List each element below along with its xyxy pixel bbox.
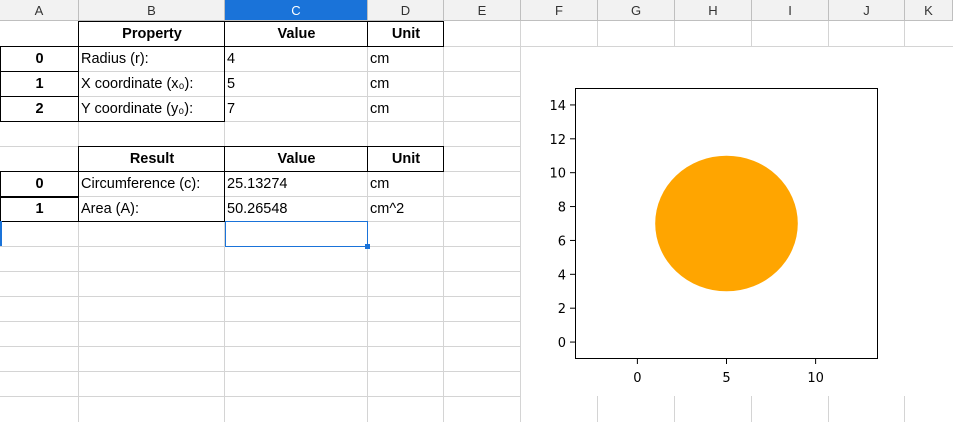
- column-header-i[interactable]: I: [752, 0, 829, 21]
- column-header-d[interactable]: D: [368, 0, 444, 21]
- table2-header-unit[interactable]: Unit: [368, 146, 444, 171]
- table1-cell-value[interactable]: 4: [225, 46, 368, 71]
- x-tick-label: 5: [722, 371, 730, 386]
- table2-header-result[interactable]: Result: [79, 146, 225, 171]
- table2-cell-value[interactable]: 25.13274: [225, 171, 368, 196]
- y-tick-label: 0: [558, 336, 566, 351]
- table1-cell-property[interactable]: Radius (r):: [79, 46, 225, 71]
- y-tick-label: 8: [558, 201, 566, 216]
- table2-cell-result[interactable]: Circumference (c):: [79, 171, 225, 196]
- table2-cell-unit[interactable]: cm: [368, 171, 444, 196]
- table1-cell-property[interactable]: Y coordinate (y₀):: [79, 96, 225, 121]
- column-header-j[interactable]: J: [829, 0, 905, 21]
- column-header-k[interactable]: K: [905, 0, 953, 21]
- table2-row-index[interactable]: 1: [0, 196, 79, 221]
- x-tick-label: 0: [633, 371, 641, 386]
- column-header-c[interactable]: C: [225, 0, 368, 21]
- column-header-h[interactable]: H: [675, 0, 752, 21]
- y-tick-label: 2: [558, 302, 566, 317]
- circle-shape: [655, 155, 798, 292]
- table2-cell-result[interactable]: Area (A):: [79, 196, 225, 221]
- fill-handle[interactable]: [365, 244, 370, 249]
- column-header-g[interactable]: G: [598, 0, 675, 21]
- table1-cell-value[interactable]: 5: [225, 71, 368, 96]
- table1-cell-value[interactable]: 7: [225, 96, 368, 121]
- table1-header-value[interactable]: Value: [225, 21, 368, 46]
- table1-row-index[interactable]: 2: [0, 96, 79, 121]
- table2-cell-value[interactable]: 50.26548: [225, 196, 368, 221]
- chart-svg: 0 5 10 0 2 4 6 8 10 12 14: [549, 88, 878, 386]
- row-selection-marker: [0, 221, 2, 246]
- table2-cell-unit[interactable]: cm^2: [368, 196, 444, 221]
- table1-cell-unit[interactable]: cm: [368, 96, 444, 121]
- table1-header-unit[interactable]: Unit: [368, 21, 444, 46]
- y-tick-label: 10: [549, 167, 566, 182]
- y-tick-label: 6: [558, 234, 566, 249]
- column-header-f[interactable]: F: [521, 0, 598, 21]
- column-header-b[interactable]: B: [79, 0, 225, 21]
- selected-cell[interactable]: [225, 221, 368, 247]
- table1-cell-unit[interactable]: cm: [368, 71, 444, 96]
- spreadsheet: A B C D E F G H I J K Property Value Uni…: [0, 0, 953, 422]
- table1-cell-unit[interactable]: cm: [368, 46, 444, 71]
- y-tick-label: 4: [558, 268, 566, 283]
- table1-header-property[interactable]: Property: [79, 21, 225, 46]
- y-tick-label: 14: [549, 99, 566, 114]
- y-tick-label: 12: [549, 133, 566, 148]
- embedded-chart[interactable]: 0 5 10 0 2 4 6 8 10 12 14: [549, 88, 879, 386]
- table1-row-index[interactable]: 1: [0, 71, 79, 96]
- table1-row-index[interactable]: 0: [0, 46, 79, 71]
- table2-row-index[interactable]: 0: [0, 171, 79, 196]
- table1-cell-property[interactable]: X coordinate (x₀):: [79, 71, 225, 96]
- x-tick-label: 10: [807, 371, 824, 386]
- column-header-a[interactable]: A: [0, 0, 79, 21]
- table2-header-value[interactable]: Value: [225, 146, 368, 171]
- column-header-e[interactable]: E: [444, 0, 521, 21]
